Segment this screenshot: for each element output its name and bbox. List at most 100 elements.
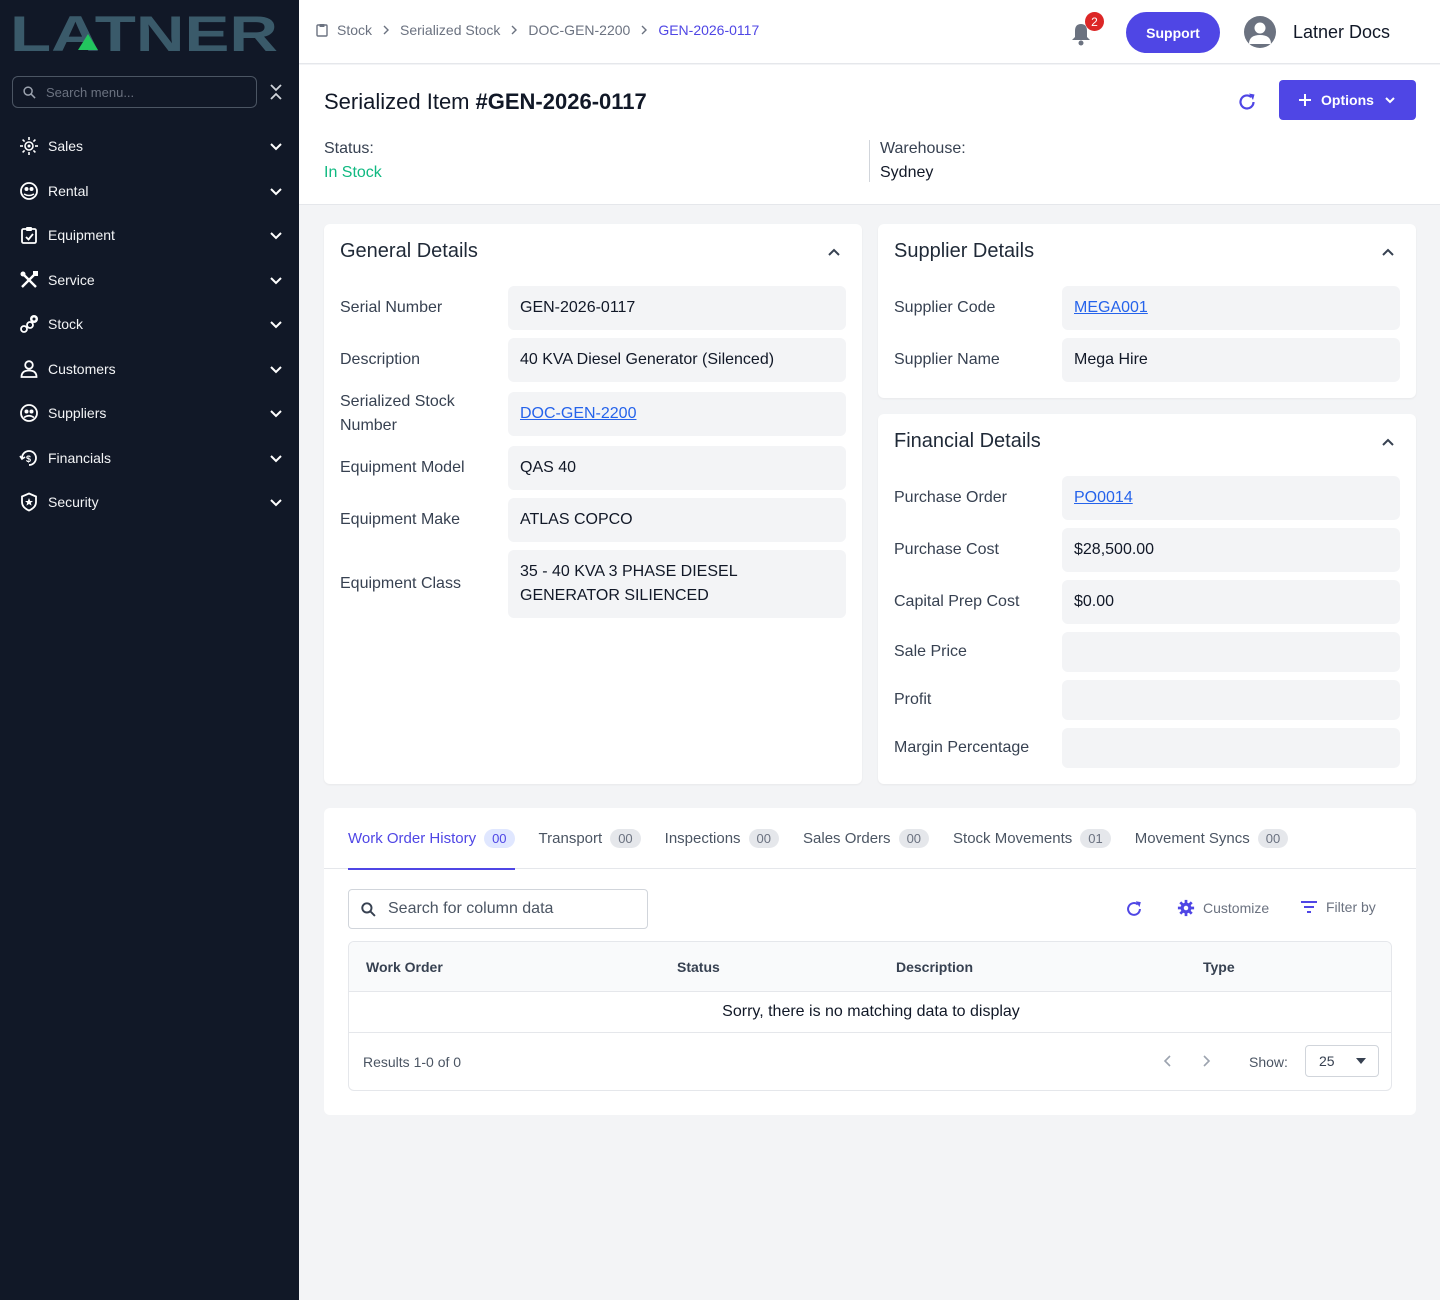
purchase-order-link[interactable]: PO0014 (1074, 486, 1133, 510)
avatar[interactable] (1244, 16, 1276, 48)
field-equipment-class: Equipment Class 35 - 40 KVA 3 PHASE DIES… (340, 550, 846, 618)
tab-work-order-history[interactable]: Work Order History 00 (348, 808, 515, 870)
sidebar-item-financials[interactable]: $ Financials (0, 436, 299, 481)
column-header-work-order[interactable]: Work Order (366, 959, 443, 975)
menu-search[interactable] (12, 76, 257, 108)
field-profit: Profit (894, 680, 1400, 720)
sidebar-item-label: Stock (48, 316, 84, 333)
field-value: DOC-GEN-2200 (508, 392, 846, 436)
field-label: Purchase Cost (894, 541, 999, 558)
field-purchase-cost: Purchase Cost $28,500.00 (894, 528, 1400, 572)
table-footer: Results 1-0 of 0 Show: 25 (349, 1033, 1391, 1090)
chevron-right-icon (511, 25, 518, 35)
refresh-icon[interactable] (1124, 899, 1144, 919)
refresh-icon[interactable] (1236, 91, 1258, 113)
chevron-down-icon (1385, 97, 1395, 104)
field-value: GEN-2026-0117 (508, 286, 846, 330)
chevron-down-icon (270, 410, 282, 418)
tab-stock-movements[interactable]: Stock Movements 01 (953, 808, 1111, 869)
field-equipment-model: Equipment Model QAS 40 (340, 446, 846, 490)
latner-logo[interactable]: LATNER (10, 12, 280, 54)
chevron-up-icon[interactable] (1380, 434, 1396, 450)
tab-inspections[interactable]: Inspections 00 (665, 808, 780, 869)
field-value: QAS 40 (508, 446, 846, 490)
sidebar-item-stock[interactable]: Stock (0, 302, 299, 347)
support-button[interactable]: Support (1126, 12, 1220, 53)
tab-transport[interactable]: Transport 00 (539, 808, 641, 869)
field-supplier-code: Supplier Code MEGA001 (894, 286, 1400, 330)
sidebar-item-security[interactable]: Security (0, 480, 299, 525)
tab-count: 00 (484, 829, 515, 848)
tab-label: Work Order History (348, 830, 477, 847)
sidebar-item-sales[interactable]: Sales (0, 124, 299, 169)
status-field: Status: In Stock (324, 140, 382, 182)
sidebar-item-equipment[interactable]: Equipment (0, 213, 299, 258)
field-supplier-name: Supplier Name Mega Hire (894, 338, 1400, 382)
field-label: Description (340, 351, 421, 368)
chevron-down-icon (270, 455, 282, 463)
tab-sales-orders[interactable]: Sales Orders 00 (803, 808, 930, 869)
stock-icon (18, 313, 40, 335)
breadcrumb-stock[interactable]: Stock (337, 22, 372, 38)
chevron-down-icon (270, 277, 282, 285)
field-label: Equipment Class (340, 575, 461, 592)
tab-movement-syncs[interactable]: Movement Syncs 00 (1135, 808, 1289, 869)
sidebar-item-label: Equipment (48, 227, 115, 244)
sidebar-item-rental[interactable]: Rental (0, 169, 299, 214)
sales-icon (18, 135, 40, 157)
serialized-stock-link[interactable]: DOC-GEN-2200 (520, 402, 636, 426)
breadcrumb-stock-document[interactable]: DOC-GEN-2200 (528, 22, 630, 38)
notification-badge: 2 (1085, 12, 1104, 31)
field-serialized-stock-number: Serialized Stock Number DOC-GEN-2200 (340, 390, 846, 438)
financial-details-card: Financial Details Purchase Order PO0014 … (878, 414, 1416, 784)
options-button[interactable]: Options (1279, 80, 1416, 120)
status-value: In Stock (324, 164, 382, 181)
page-size-select[interactable]: 25 (1305, 1045, 1379, 1077)
suppliers-icon (18, 402, 40, 424)
filter-icon (1301, 901, 1317, 913)
customize-button[interactable]: Customize (1177, 899, 1269, 917)
field-value: $28,500.00 (1062, 528, 1400, 572)
field-value (1062, 632, 1400, 672)
sidebar-item-label: Sales (48, 138, 84, 155)
tab-count: 00 (748, 829, 780, 848)
column-header-status[interactable]: Status (677, 959, 720, 975)
menu-search-input[interactable] (46, 84, 236, 100)
work-order-table: Work Order Status Description Type Sorry… (348, 941, 1392, 1091)
card-title: Financial Details (894, 430, 1041, 452)
field-purchase-order: Purchase Order PO0014 (894, 476, 1400, 520)
breadcrumb: Stock Serialized Stock DOC-GEN-2200 GEN-… (315, 22, 759, 38)
chevron-left-icon[interactable] (1161, 1053, 1175, 1069)
column-search[interactable] (348, 889, 648, 929)
field-equipment-make: Equipment Make ATLAS COPCO (340, 498, 846, 542)
card-title: Supplier Details (894, 240, 1035, 262)
field-value: 35 - 40 KVA 3 PHASE DIESEL GENERATOR SIL… (508, 550, 846, 618)
chevron-down-icon (270, 188, 282, 196)
plus-icon (1299, 94, 1312, 106)
tab-bar: Work Order History 00 Transport 00 Inspect… (324, 808, 1416, 870)
field-label: Capital Prep Cost (894, 593, 1020, 610)
sidebar-item-service[interactable]: Service (0, 258, 299, 303)
sidebar-item-suppliers[interactable]: Suppliers (0, 391, 299, 436)
column-header-type[interactable]: Type (1203, 959, 1235, 975)
field-label: Equipment Model (340, 459, 465, 476)
chevron-right-icon[interactable] (1199, 1053, 1213, 1069)
page-title: Serialized Item #GEN-2026-0117 (324, 89, 647, 115)
chevron-up-icon[interactable] (826, 244, 842, 260)
search-icon (361, 901, 376, 917)
chevron-up-icon[interactable] (1380, 244, 1396, 260)
filter-by-button[interactable]: Filter by (1300, 899, 1376, 915)
collapse-icon[interactable] (268, 82, 284, 102)
user-name[interactable]: Latner Docs (1293, 22, 1390, 43)
breadcrumb-current: GEN-2026-0117 (658, 22, 760, 38)
supplier-code-link[interactable]: MEGA001 (1074, 296, 1148, 320)
page-title-label: Serialized Item (324, 89, 470, 114)
breadcrumb-serialized-stock[interactable]: Serialized Stock (400, 22, 500, 38)
page-header: Serialized Item #GEN-2026-0117 Options St… (299, 65, 1440, 205)
column-header-description[interactable]: Description (896, 959, 973, 975)
item-number: #GEN-2026-0117 (475, 89, 647, 114)
sidebar-item-customers[interactable]: Customers (0, 347, 299, 392)
column-search-input[interactable] (388, 900, 628, 918)
chevron-down-icon (270, 232, 282, 240)
chevron-down-icon (270, 366, 282, 374)
